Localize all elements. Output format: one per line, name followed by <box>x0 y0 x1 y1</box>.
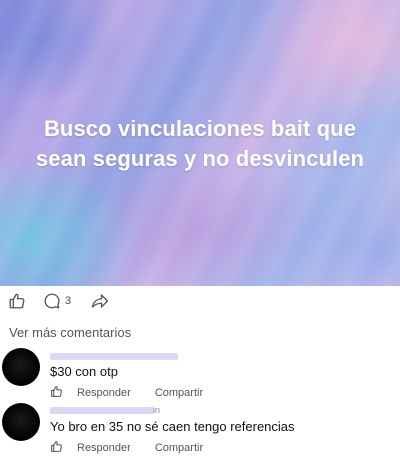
share-arrow-icon <box>91 292 109 310</box>
avatar[interactable] <box>2 348 40 386</box>
reply-button[interactable]: Responder <box>77 442 131 454</box>
thumbs-up-icon <box>50 441 63 456</box>
comment-actions: Responder Compartir <box>50 385 203 401</box>
view-more-comments-link[interactable]: Ver más comentarios <box>9 325 131 340</box>
comment-item: in Yo bro en 35 no sé caen tengo referen… <box>0 400 400 455</box>
thumbs-up-icon <box>8 292 26 310</box>
comment-bubble-icon <box>43 292 61 310</box>
banner-line-2: sean seguras y no desvinculen <box>35 146 365 171</box>
like-button[interactable] <box>8 292 26 310</box>
comment-count: 3 <box>65 295 72 307</box>
post-image-banner: Busco vinculaciones bait que sean segura… <box>0 0 400 286</box>
name-suffix: in <box>153 405 161 415</box>
banner-text: Busco vinculaciones bait que sean segura… <box>0 114 400 174</box>
reply-button[interactable]: Responder <box>77 387 131 399</box>
comment-item: $30 con otp Responder Compartir <box>0 346 400 402</box>
share-button[interactable] <box>91 292 109 310</box>
like-comment-button[interactable] <box>50 440 63 456</box>
comment-text: $30 con otp <box>50 364 118 379</box>
avatar[interactable] <box>2 403 40 441</box>
comment-actions: Responder Compartir <box>50 440 203 456</box>
commenter-name-redacted[interactable] <box>50 353 178 360</box>
share-comment-button[interactable]: Compartir <box>155 442 203 454</box>
comment-text: Yo bro en 35 no sé caen tengo referencia… <box>50 419 295 434</box>
banner-line-1: Busco vinculaciones bait que <box>43 116 357 141</box>
comment-button[interactable]: 3 <box>43 292 71 310</box>
like-comment-button[interactable] <box>50 385 63 401</box>
post-actions-bar: 3 <box>0 286 400 318</box>
share-comment-button[interactable]: Compartir <box>155 387 203 399</box>
commenter-name-redacted[interactable] <box>50 407 154 414</box>
